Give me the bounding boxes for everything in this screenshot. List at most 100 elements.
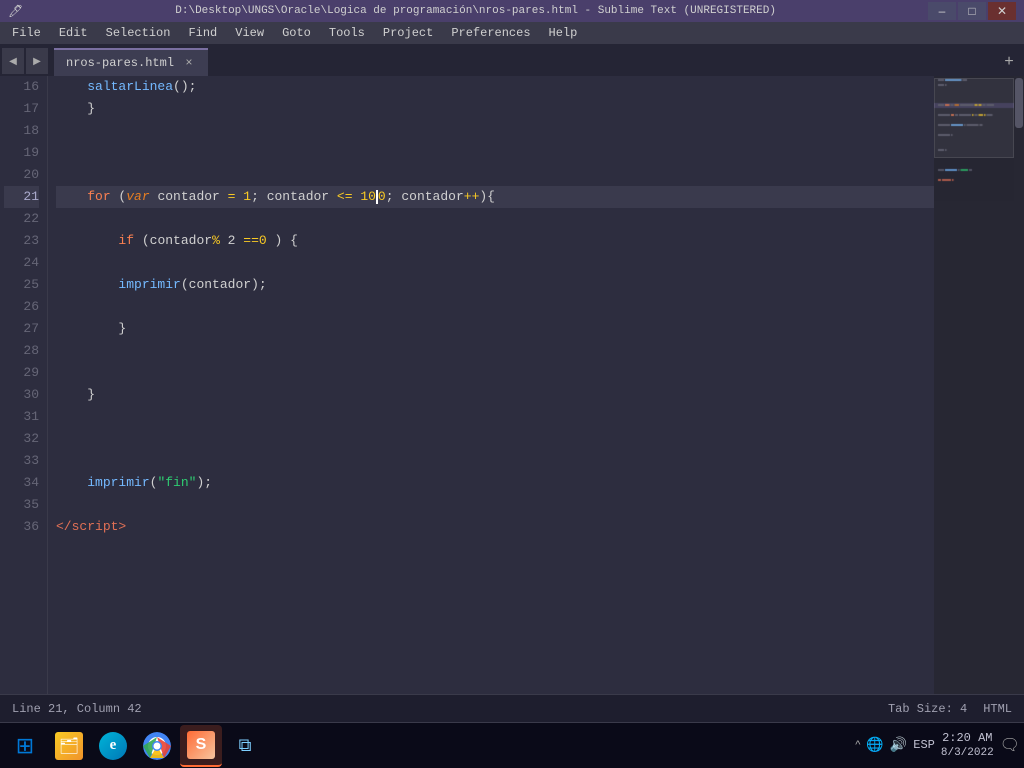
chrome-button[interactable] <box>136 725 178 767</box>
token-op: == <box>235 230 258 252</box>
token-ident: contador <box>267 186 329 208</box>
token-ident: contador <box>150 186 220 208</box>
token-kw-for: for <box>87 186 110 208</box>
menu-help[interactable]: Help <box>541 24 586 42</box>
file-manager-button[interactable]: 🗂 <box>48 725 90 767</box>
token-punct: ; <box>251 186 267 208</box>
chevron-button[interactable]: ^ <box>855 739 860 751</box>
token-punct: ( <box>181 274 189 296</box>
token-indent1 <box>56 98 87 120</box>
token-punct: ){ <box>479 186 495 208</box>
new-tab-button[interactable]: + <box>998 48 1020 76</box>
menu-selection[interactable]: Selection <box>98 24 179 42</box>
code-line-19 <box>56 142 934 164</box>
token-ident: 2 <box>220 230 236 252</box>
token-op: <= <box>329 186 352 208</box>
scrollbar[interactable] <box>1014 76 1024 694</box>
menu-goto[interactable]: Goto <box>274 24 319 42</box>
language-badge: ESP <box>913 738 935 752</box>
token-punct: ( <box>150 472 158 494</box>
token-indent2 <box>56 318 118 340</box>
code-line-17: } <box>56 98 934 120</box>
sublime-button[interactable]: S <box>180 725 222 767</box>
sublime-icon: S <box>187 731 215 759</box>
token-fn: saltarLinea <box>87 76 173 98</box>
menu-project[interactable]: Project <box>375 24 441 42</box>
clock-date: 8/3/2022 <box>941 746 994 760</box>
token-fn: imprimir <box>118 274 180 296</box>
menu-file[interactable]: File <box>4 24 49 42</box>
menu-preferences[interactable]: Preferences <box>443 24 538 42</box>
token-indent1 <box>56 472 87 494</box>
nav-forward-button[interactable]: ▶ <box>26 48 48 74</box>
code-line-23: if (contador% 2 ==0 ) { <box>56 230 934 252</box>
language: HTML <box>983 702 1012 716</box>
volume-icon: 🔊 <box>890 737 907 754</box>
line-numbers: 1617181920212223242526272829303132333435… <box>0 76 48 694</box>
statusbar: Line 21, Column 42 Tab Size: 4 HTML <box>0 694 1024 722</box>
code-line-32 <box>56 428 934 450</box>
code-line-20 <box>56 164 934 186</box>
token-tag: script <box>72 516 119 538</box>
token-op: % <box>212 230 220 252</box>
code-line-27: } <box>56 318 934 340</box>
code-area[interactable]: saltarLinea (); } for (var contador = 1; … <box>48 76 934 694</box>
token-indent2 <box>56 274 118 296</box>
code-line-21: for (var contador = 1; contador <= 100; … <box>56 186 934 208</box>
menu-tools[interactable]: Tools <box>321 24 373 42</box>
titlebar: 🖊 D:\Desktop\UNGS\Oracle\Logica de progr… <box>0 0 1024 22</box>
token-punct: ( <box>134 230 150 252</box>
menu-view[interactable]: View <box>227 24 272 42</box>
editor: 1617181920212223242526272829303132333435… <box>0 76 1024 694</box>
token-punct: ); <box>196 472 212 494</box>
code-line-24 <box>56 252 934 274</box>
file-manager-icon: 🗂 <box>55 732 83 760</box>
notification-button[interactable]: 🗨 <box>1000 735 1020 755</box>
task-view-button[interactable]: ⧉ <box>224 725 266 767</box>
minimize-button[interactable]: – <box>928 2 956 20</box>
code-line-18 <box>56 120 934 142</box>
minimap <box>934 76 1014 694</box>
code-line-22 <box>56 208 934 230</box>
tab-file[interactable]: nros-pares.html × <box>54 48 208 76</box>
nav-back-button[interactable]: ◀ <box>2 48 24 74</box>
chrome-icon <box>143 732 171 760</box>
token-ident: contador <box>150 230 212 252</box>
code-line-34: imprimir("fin"); <box>56 472 934 494</box>
taskbar-right: ^ 🌐 🔊 ESP 2:20 AM 8/3/2022 🗨 <box>855 731 1020 761</box>
code-line-29 <box>56 362 934 384</box>
token-str: "fin" <box>157 472 196 494</box>
token-indent1 <box>56 384 87 406</box>
close-button[interactable]: ✕ <box>988 2 1016 20</box>
menu-find[interactable]: Find <box>180 24 225 42</box>
token-punct: } <box>118 318 126 340</box>
menubar: File Edit Selection Find View Goto Tools… <box>0 22 1024 44</box>
token-op: = <box>220 186 236 208</box>
code-line-30: } <box>56 384 934 406</box>
token-tag: </ <box>56 516 72 538</box>
token-punct: } <box>87 98 95 120</box>
token-indent2 <box>56 230 118 252</box>
tabbar: ◀ ▶ nros-pares.html × + <box>0 44 1024 76</box>
token-num: 0 <box>259 230 267 252</box>
start-button[interactable]: ⊞ <box>4 725 46 767</box>
token-ident: contador <box>394 186 464 208</box>
token-fn: imprimir <box>87 472 149 494</box>
edge-button[interactable]: e <box>92 725 134 767</box>
token-ident: contador <box>189 274 251 296</box>
token-num: 10 <box>353 186 376 208</box>
code-line-35 <box>56 494 934 516</box>
clock: 2:20 AM 8/3/2022 <box>941 731 994 761</box>
token-punct: ); <box>251 274 267 296</box>
scrollbar-thumb[interactable] <box>1015 78 1023 128</box>
minimap-thumb <box>934 78 1014 158</box>
code-line-36: </script> <box>56 516 934 538</box>
token-op: ++ <box>464 186 480 208</box>
token-indent1 <box>56 186 87 208</box>
menu-edit[interactable]: Edit <box>51 24 96 42</box>
token-num: 0 <box>378 186 386 208</box>
tab-close-button[interactable]: × <box>182 56 196 70</box>
taskbar: ⊞ 🗂 e S ⧉ ^ 🌐 🔊 ESP 2:2 <box>0 722 1024 768</box>
token-punct: } <box>87 384 95 406</box>
maximize-button[interactable]: □ <box>958 2 986 20</box>
